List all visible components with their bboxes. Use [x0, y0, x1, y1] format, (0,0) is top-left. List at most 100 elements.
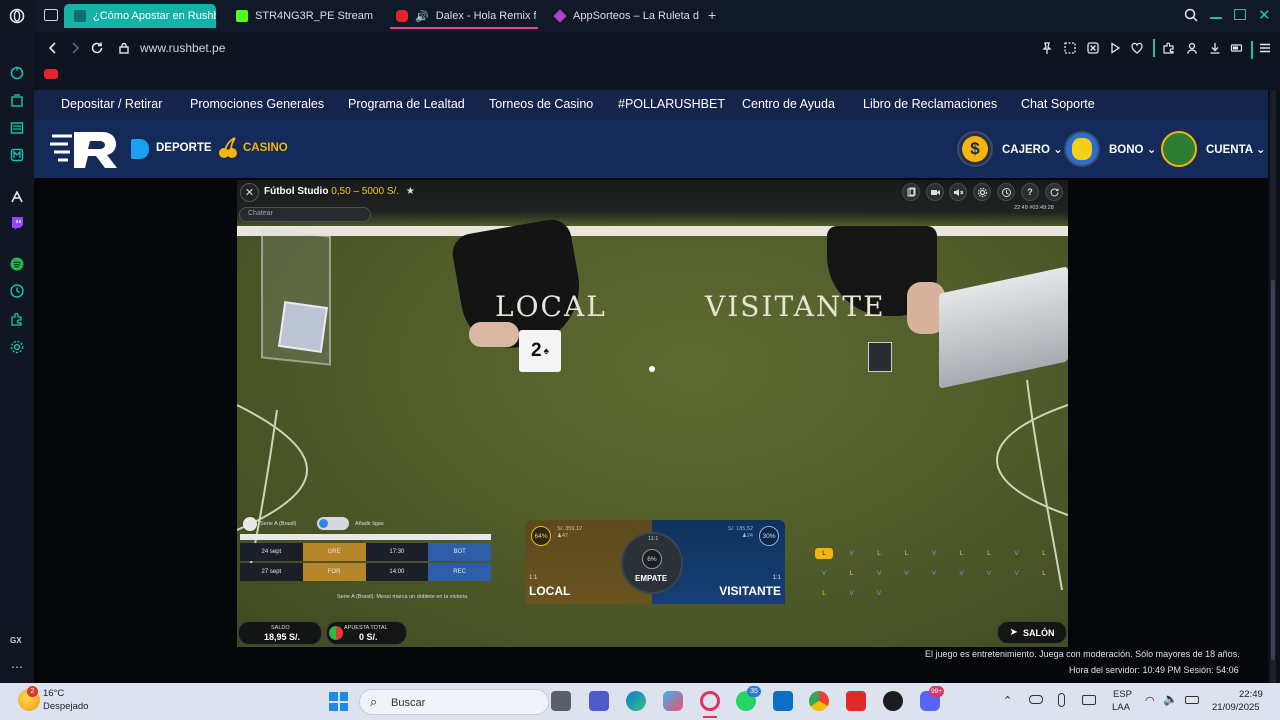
bono-menu[interactable]: BONO ⌄ [1109, 142, 1156, 156]
new-tab-button[interactable]: + [708, 7, 716, 23]
deporte-link[interactable]: DEPORTE [156, 142, 212, 154]
nav-torneos-casino[interactable]: Torneos de Casino [489, 97, 593, 111]
game-frame[interactable]: LOCAL VISITANTE 2 ♠ ✕ Fútbol Studio 0,50 … [237, 180, 1068, 647]
clock-time[interactable]: 22:49 [1239, 689, 1263, 700]
salon-button[interactable]: ➤ SALÓN [997, 621, 1067, 644]
start-windows-icon[interactable] [329, 692, 348, 711]
video-icon[interactable] [926, 183, 944, 201]
bet-spot-empate[interactable]: 11:1 6% EMPATE [621, 532, 683, 594]
gx-control-icon[interactable] [8, 64, 26, 82]
extensions-puzzle-icon[interactable] [1162, 41, 1178, 57]
weather-desc[interactable]: Despejado [43, 701, 88, 712]
history-icon[interactable] [8, 282, 26, 300]
pin-icon[interactable]: ★ [406, 186, 415, 197]
reload-icon[interactable] [90, 41, 106, 57]
add-league-toggle[interactable] [317, 517, 349, 530]
volume-icon[interactable]: 🔈 [1163, 692, 1178, 706]
nav-pollarushbet[interactable]: #POLLARUSHBET [618, 97, 725, 111]
opera-gx-logo-icon[interactable] [8, 7, 26, 25]
tab-youtube[interactable]: 🔊 Dalex - Hola Remix ft. [386, 4, 536, 28]
clock-date[interactable]: 21/09/2025 [1212, 702, 1260, 713]
nav-centro-ayuda[interactable]: Centro de Ayuda [742, 97, 835, 111]
keyboard-icon[interactable] [1082, 695, 1096, 705]
tab-appsorteos[interactable]: AppSorteos – La Ruleta de [544, 4, 699, 28]
forward-icon[interactable] [68, 41, 84, 57]
download-icon[interactable] [1208, 41, 1224, 57]
youtube-bookmark-icon[interactable] [44, 69, 58, 79]
easy-setup-menu-icon[interactable] [1258, 41, 1274, 57]
account-icon[interactable] [1185, 41, 1201, 57]
bono-gift-icon[interactable] [1064, 131, 1100, 167]
wifi-icon[interactable]: ◠ [1145, 694, 1155, 707]
pin-icon[interactable] [1040, 41, 1056, 57]
cards-history-icon[interactable] [902, 183, 920, 201]
language-top[interactable]: ESP [1113, 689, 1132, 700]
league-serie-a[interactable]: Serie A (Brasil) [260, 521, 296, 527]
messenger-icon[interactable] [8, 146, 26, 164]
microphone-icon[interactable] [1058, 693, 1065, 707]
casino-link[interactable]: CASINO [243, 142, 288, 154]
table-row[interactable]: 24 sept GRE 17:30 BOT [240, 543, 491, 561]
edge-icon[interactable] [626, 691, 646, 711]
gx-label[interactable]: GX [10, 636, 22, 645]
cuenta-menu[interactable]: CUENTA ⌄ [1206, 142, 1265, 156]
heart-icon[interactable] [1130, 41, 1146, 57]
help-icon[interactable]: ? [1021, 183, 1039, 201]
tab-kick[interactable]: STR4NG3R_PE Stream - \ [226, 4, 376, 28]
cajero-dollar-icon[interactable]: $ [957, 131, 993, 167]
deporte-icon[interactable] [131, 139, 149, 159]
settings-icon[interactable] [973, 183, 991, 201]
speaker-icon[interactable]: 🔊 [415, 10, 429, 23]
play-icon[interactable] [1108, 41, 1124, 57]
adblock-icon[interactable] [1086, 41, 1102, 57]
add-league-label[interactable]: Añadir ligas [355, 521, 384, 527]
snapshot-icon[interactable] [1063, 41, 1079, 57]
history-icon[interactable] [997, 183, 1015, 201]
maximize-button[interactable] [1234, 9, 1246, 20]
url-field[interactable]: www.rushbet.pe [140, 41, 225, 55]
table-row[interactable]: 27 sept FOR 14:00 REC [240, 563, 491, 581]
obs-icon[interactable] [883, 691, 903, 711]
fullscreen-icon[interactable] [1045, 183, 1063, 201]
close-game-button[interactable]: ✕ [240, 183, 259, 202]
opera-gx-icon[interactable] [700, 691, 720, 711]
battery-saver-icon[interactable] [1230, 41, 1246, 57]
gx-corner-icon[interactable] [8, 92, 26, 110]
language-bottom[interactable]: LAA [1112, 702, 1130, 713]
task-view-icon[interactable] [551, 691, 571, 711]
tray-chevron-icon[interactable]: ⌃ [1003, 694, 1012, 707]
battery-icon[interactable] [1185, 696, 1199, 704]
lock-icon[interactable] [117, 41, 133, 57]
weather-temp[interactable]: 16°C [43, 688, 64, 699]
nav-depositar-retirar[interactable]: Depositar / Retirar [61, 97, 162, 111]
nav-chat-soporte[interactable]: Chat Soporte [1021, 97, 1095, 111]
wps-office-icon[interactable] [846, 691, 866, 711]
store-icon[interactable] [773, 691, 793, 711]
page-scrollbar[interactable] [1270, 90, 1276, 683]
copilot-icon[interactable] [663, 691, 683, 711]
minimize-button[interactable] [1210, 17, 1222, 19]
teams-icon[interactable] [589, 691, 609, 711]
nav-libro-reclamaciones[interactable]: Libro de Reclamaciones [863, 97, 997, 111]
more-icon[interactable]: ⋯ [11, 660, 23, 674]
chat-input[interactable]: Chatear [239, 207, 371, 222]
mute-icon[interactable] [949, 183, 967, 201]
scrollbar-thumb[interactable] [1271, 280, 1275, 660]
nav-programa-lealtad[interactable]: Programa de Lealtad [348, 97, 465, 111]
chrome-icon[interactable] [809, 691, 829, 711]
stats-scrollbar[interactable] [240, 534, 491, 540]
tab-rushbet[interactable]: ¿Cómo Apostar en Rushb [64, 4, 216, 28]
close-window-button[interactable]: ✕ [1258, 6, 1271, 24]
aria-ai-icon[interactable] [8, 188, 26, 206]
onedrive-icon[interactable] [1029, 695, 1043, 704]
cherries-icon[interactable] [217, 136, 239, 160]
user-avatar[interactable] [1161, 131, 1197, 167]
nav-promociones[interactable]: Promociones Generales [190, 97, 324, 111]
back-icon[interactable] [46, 41, 62, 57]
cajero-menu[interactable]: CAJERO ⌄ [1002, 142, 1063, 156]
spotify-icon[interactable] [8, 255, 26, 273]
rushbet-logo[interactable] [50, 128, 120, 170]
news-icon[interactable] [8, 119, 26, 137]
settings-icon[interactable] [8, 338, 26, 356]
extensions-icon[interactable] [8, 310, 26, 328]
